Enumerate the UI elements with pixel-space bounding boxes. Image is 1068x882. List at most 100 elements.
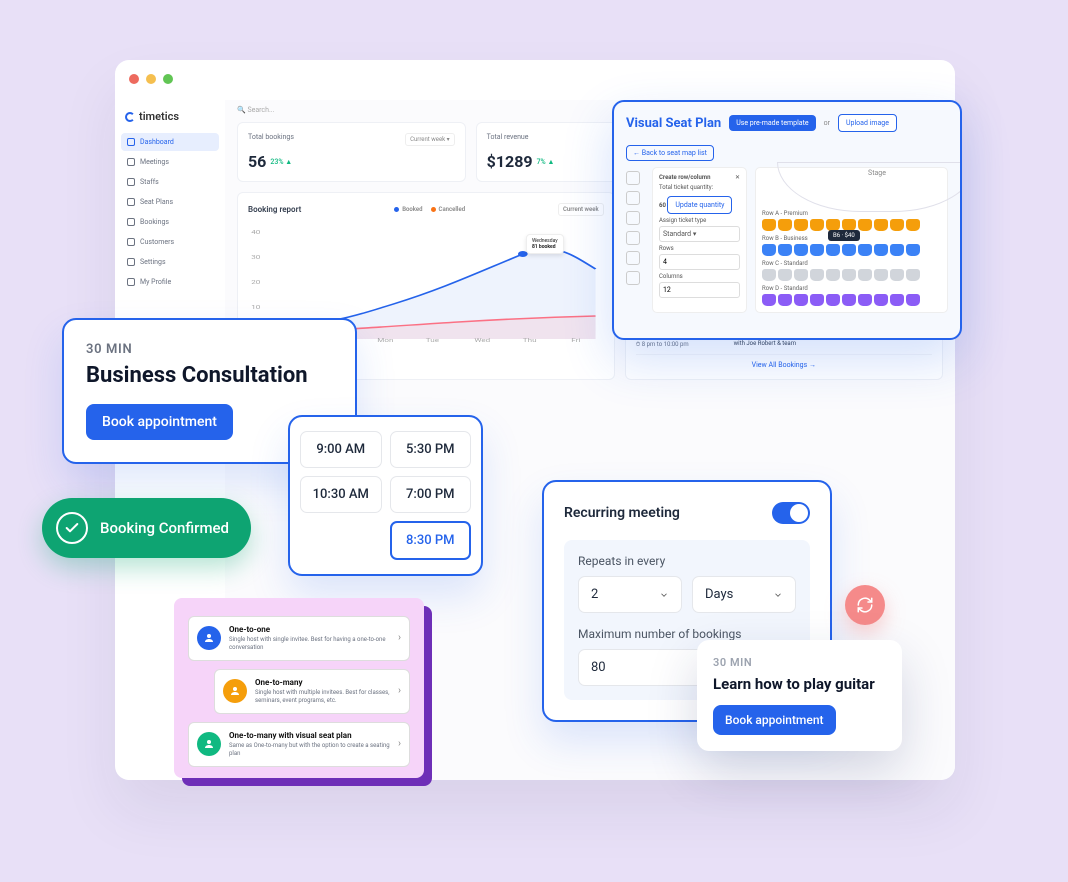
close-icon[interactable]: ✕ <box>735 174 740 181</box>
back-link[interactable]: ← Back to seat map list <box>626 145 714 161</box>
nav-icon <box>127 138 135 146</box>
sidebar-item-settings[interactable]: Settings <box>121 253 219 271</box>
seat[interactable] <box>858 269 872 281</box>
cols-label: Columns <box>659 273 740 280</box>
seat[interactable] <box>762 219 776 231</box>
meeting-type-option[interactable]: One-to-many with visual seat planSame as… <box>188 722 410 767</box>
trash-icon[interactable] <box>626 271 640 285</box>
seat-map: Stage Row A - PremiumRow B - BusinessRow… <box>755 167 948 313</box>
seat[interactable] <box>794 244 808 256</box>
seat[interactable] <box>890 219 904 231</box>
book-guitar-button[interactable]: Book appointment <box>713 705 836 735</box>
use-template-button[interactable]: Use pre-made template <box>729 115 815 131</box>
seat[interactable] <box>842 294 856 306</box>
sidebar-item-my-profile[interactable]: My Profile <box>121 273 219 291</box>
seat[interactable] <box>874 219 888 231</box>
max-dot[interactable] <box>163 74 173 84</box>
seat[interactable] <box>778 294 792 306</box>
seat[interactable] <box>778 244 792 256</box>
upload-image-button[interactable]: Upload image <box>838 114 897 132</box>
sidebar-item-customers[interactable]: Customers <box>121 233 219 251</box>
seat-row <box>762 269 941 281</box>
seat-tooltip: B6 · $40 <box>828 230 860 241</box>
sidebar-item-seat-plans[interactable]: Seat Plans <box>121 193 219 211</box>
seat[interactable] <box>778 269 792 281</box>
repeat-every-select[interactable]: 2 <box>578 576 682 613</box>
seat[interactable] <box>842 244 856 256</box>
time-slot[interactable]: 9:00 AM <box>300 431 382 468</box>
consultation-title: Business Consultation <box>86 363 333 388</box>
time-slot[interactable]: 10:30 AM <box>300 476 382 513</box>
type-icon <box>197 732 221 756</box>
seat[interactable] <box>874 269 888 281</box>
seat[interactable] <box>762 244 776 256</box>
sidebar-item-staffs[interactable]: Staffs <box>121 173 219 191</box>
seat[interactable] <box>890 269 904 281</box>
report-week-select[interactable]: Current week <box>558 203 604 216</box>
bell-icon[interactable] <box>626 171 640 185</box>
sidebar-item-dashboard[interactable]: Dashboard <box>121 133 219 151</box>
seat[interactable] <box>826 294 840 306</box>
meeting-types-card: One-to-oneSingle host with single invite… <box>174 598 424 778</box>
grid-icon[interactable] <box>626 191 640 205</box>
cols-input[interactable] <box>659 282 740 298</box>
seat[interactable] <box>906 269 920 281</box>
recurring-toggle[interactable] <box>772 502 810 524</box>
repeat-unit-select[interactable]: Days <box>692 576 796 613</box>
nav-icon <box>127 258 135 266</box>
brand-name: timetics <box>139 110 179 123</box>
seat[interactable] <box>890 294 904 306</box>
sidebar-item-bookings[interactable]: Bookings <box>121 213 219 231</box>
meeting-type-option[interactable]: One-to-manySingle host with multiple inv… <box>214 669 410 714</box>
ticket-type-select[interactable]: Standard ▾ <box>659 226 740 242</box>
time-slot[interactable]: 7:00 PM <box>390 476 472 513</box>
seat[interactable] <box>810 244 824 256</box>
seat[interactable] <box>810 294 824 306</box>
learn-title: Learn how to play guitar <box>713 675 886 693</box>
close-dot[interactable] <box>129 74 139 84</box>
seat[interactable] <box>762 294 776 306</box>
seat[interactable] <box>794 269 808 281</box>
ticket-qty-value: 60 <box>659 202 666 209</box>
circle-icon[interactable] <box>626 231 640 245</box>
chevron-down-icon <box>773 590 783 600</box>
seat[interactable] <box>842 269 856 281</box>
view-all-link[interactable]: View All Bookings → <box>636 361 932 369</box>
sidebar-item-meetings[interactable]: Meetings <box>121 153 219 171</box>
book-appointment-button[interactable]: Book appointment <box>86 404 233 440</box>
confirm-text: Booking Confirmed <box>100 519 229 537</box>
chevron-down-icon <box>659 590 669 600</box>
stage-label: Stage <box>777 162 962 212</box>
nav-icon <box>127 158 135 166</box>
seat[interactable] <box>906 244 920 256</box>
square-icon[interactable] <box>626 211 640 225</box>
time-slot[interactable]: 8:30 PM <box>390 521 472 560</box>
week-select[interactable]: Current week ▾ <box>405 133 455 146</box>
seat[interactable] <box>858 294 872 306</box>
seat[interactable] <box>810 219 824 231</box>
seat[interactable] <box>874 244 888 256</box>
meeting-type-option[interactable]: One-to-oneSingle host with single invite… <box>188 616 410 661</box>
text-icon[interactable] <box>626 251 640 265</box>
seat[interactable] <box>906 294 920 306</box>
min-dot[interactable] <box>146 74 156 84</box>
seat[interactable] <box>794 294 808 306</box>
seat[interactable] <box>762 269 776 281</box>
seat[interactable] <box>826 244 840 256</box>
seat[interactable] <box>826 269 840 281</box>
seat[interactable] <box>810 269 824 281</box>
seat[interactable] <box>778 219 792 231</box>
svg-text:Mon: Mon <box>377 338 393 344</box>
type-icon <box>197 626 221 650</box>
seat[interactable] <box>906 219 920 231</box>
seat[interactable] <box>858 244 872 256</box>
time-slot[interactable]: 5:30 PM <box>390 431 472 468</box>
refresh-fab[interactable] <box>845 585 885 625</box>
seat[interactable] <box>890 244 904 256</box>
consultation-duration: 30 MIN <box>86 342 333 357</box>
seat[interactable] <box>874 294 888 306</box>
update-qty-button[interactable]: Update quantity <box>667 196 732 214</box>
rows-input[interactable] <box>659 254 740 270</box>
seat[interactable] <box>858 219 872 231</box>
seat[interactable] <box>794 219 808 231</box>
